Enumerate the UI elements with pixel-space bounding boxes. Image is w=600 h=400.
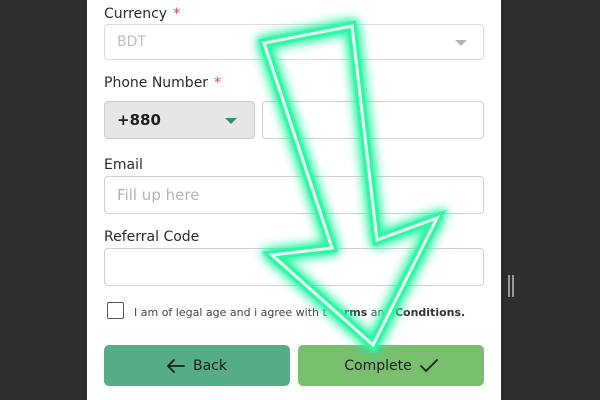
chevron-down-icon: [225, 118, 237, 124]
required-mark: *: [173, 6, 181, 22]
country-code-value: +880: [117, 111, 161, 129]
back-button-label: Back: [193, 357, 227, 374]
referral-code-input[interactable]: [104, 248, 484, 286]
currency-select[interactable]: BDT: [104, 24, 484, 60]
complete-button-label: Complete: [344, 357, 412, 374]
email-label: Email: [104, 157, 143, 173]
terms-link[interactable]: Terms: [330, 306, 367, 319]
phone-number-input[interactable]: [262, 101, 484, 139]
country-code-select[interactable]: +880: [104, 101, 255, 139]
conditions-link[interactable]: Conditions.: [395, 306, 465, 319]
currency-label-text: Currency: [104, 6, 168, 22]
back-button[interactable]: Back: [104, 345, 290, 386]
phone-label: Phone Number *: [104, 75, 221, 91]
agreement-prefix: I am of legal age and i agree with t: [134, 306, 327, 319]
phone-label-text: Phone Number: [104, 75, 209, 91]
agreement-text: I am of legal age and i agree with t Ter…: [134, 306, 465, 319]
right-side-bar: [513, 0, 600, 400]
arrow-left-icon: [167, 358, 185, 373]
checkmark-icon: [419, 358, 438, 372]
referral-label: Referral Code: [104, 229, 200, 245]
currency-value: BDT: [117, 34, 146, 50]
resize-handle[interactable]: [508, 275, 514, 297]
required-mark: *: [214, 75, 222, 91]
currency-label: Currency *: [104, 6, 180, 22]
chevron-down-icon: [455, 40, 467, 46]
complete-button[interactable]: Complete: [298, 345, 484, 386]
agreement-and: and: [370, 306, 392, 319]
email-input[interactable]: [104, 176, 484, 214]
agree-checkbox[interactable]: [107, 302, 124, 319]
